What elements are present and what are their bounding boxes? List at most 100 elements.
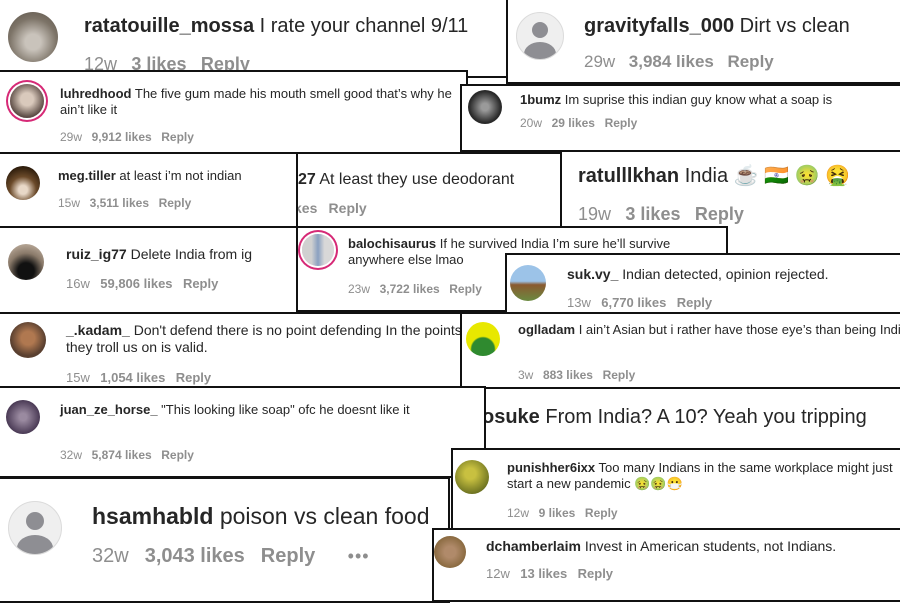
- reply-button[interactable]: Reply: [159, 196, 192, 210]
- default-avatar-icon[interactable]: [516, 12, 564, 60]
- comment-card: 27 At least they use deodorant kes Reply: [290, 152, 562, 228]
- avatar[interactable]: [6, 400, 40, 434]
- avatar[interactable]: [302, 234, 334, 266]
- comment-likes[interactable]: 13 likes: [520, 566, 567, 581]
- comment-likes[interactable]: 3,984 likes: [629, 52, 714, 71]
- comment-likes[interactable]: 59,806 likes: [100, 276, 172, 291]
- avatar[interactable]: [10, 84, 44, 118]
- more-options-icon[interactable]: •••: [348, 546, 370, 566]
- comment-card: oglladam I ain’t Asian but i rather have…: [460, 312, 900, 390]
- comment-likes[interactable]: 1,054 likes: [100, 370, 165, 385]
- comment-time: 12w: [486, 566, 510, 581]
- comment-likes[interactable]: 3,511 likes: [90, 196, 149, 210]
- comment-card: gravityfalls_000 Dirt vs clean 29w 3,984 …: [506, 0, 900, 84]
- comment-username[interactable]: ratatouille_mossa: [84, 15, 254, 37]
- comment-username[interactable]: 1bumz: [520, 92, 561, 107]
- reply-button[interactable]: Reply: [183, 276, 218, 291]
- comment-text: India ☕ 🇮🇳 🤢 🤮: [684, 165, 850, 187]
- comment-username[interactable]: osuke: [486, 406, 540, 428]
- reply-button[interactable]: Reply: [449, 282, 482, 296]
- comment-text: poison vs clean food: [219, 503, 430, 529]
- comment-username[interactable]: gravityfalls_000: [584, 15, 734, 37]
- avatar[interactable]: [434, 536, 466, 568]
- comment-username[interactable]: meg.tiller: [58, 168, 116, 183]
- comment-card: suk.vy_ Indian detected, opinion rejecte…: [505, 253, 900, 315]
- comment-time: 20w: [520, 116, 543, 130]
- comment-likes[interactable]: 883 likes: [543, 368, 593, 382]
- comment-likes[interactable]: 9,912 likes: [92, 130, 152, 144]
- reply-button[interactable]: Reply: [161, 130, 194, 144]
- comment-time: 13w: [567, 295, 591, 310]
- comment-card: _.kadam_ Don't defend there is no point …: [0, 312, 462, 390]
- comment-card: juan_ze_horse_ "This looking like soap" …: [0, 386, 486, 478]
- comment-time: 19w: [578, 204, 612, 224]
- comment-username[interactable]: suk.vy_: [567, 266, 618, 282]
- comment-text: Dirt vs clean: [739, 15, 850, 37]
- comment-likes[interactable]: 3 likes: [625, 204, 680, 224]
- reply-button[interactable]: Reply: [603, 368, 636, 382]
- reply-button[interactable]: Reply: [727, 52, 773, 71]
- reply-button[interactable]: Reply: [605, 116, 638, 130]
- comment-card: punishher6ixx Too many Indians in the sa…: [451, 448, 900, 530]
- comment-card: dchamberlaim Invest in American students…: [432, 528, 900, 602]
- reply-button[interactable]: Reply: [677, 295, 712, 310]
- comment-card: osuke From India? A 10? Yeah you trippin…: [484, 387, 900, 453]
- reply-button[interactable]: Reply: [578, 566, 613, 581]
- reply-button[interactable]: Reply: [329, 200, 367, 216]
- comment-text: Im suprise this indian guy know what a s…: [564, 92, 833, 107]
- avatar[interactable]: [8, 12, 58, 62]
- comment-username[interactable]: balochisaurus: [348, 236, 436, 251]
- comment-text: Delete India from ig: [130, 246, 252, 262]
- reply-button[interactable]: Reply: [695, 204, 744, 224]
- reply-button[interactable]: Reply: [161, 448, 194, 462]
- comment-likes[interactable]: 29 likes: [552, 116, 595, 130]
- comment-time: 15w: [66, 370, 90, 385]
- comment-text: At least they use deodorant: [319, 171, 515, 188]
- comment-time: 29w: [584, 52, 616, 71]
- comment-username[interactable]: oglladam: [518, 322, 575, 337]
- comment-likes[interactable]: 5,874 likes: [92, 448, 152, 462]
- comment-text: "This looking like soap" ofc he doesnt l…: [161, 402, 410, 417]
- avatar[interactable]: [468, 90, 502, 124]
- comment-username[interactable]: 27: [298, 171, 316, 188]
- comment-text: From India? A 10? Yeah you tripping: [545, 406, 867, 428]
- comment-card: ruiz_ig77 Delete India from ig 16w 59,806…: [0, 226, 298, 314]
- comment-time: 16w: [66, 276, 90, 291]
- comment-likes[interactable]: 3,722 likes: [380, 282, 440, 296]
- comment-time: 12w: [507, 506, 530, 520]
- comment-time: 32w: [60, 448, 83, 462]
- comment-likes[interactable]: 9 likes: [539, 506, 576, 520]
- comment-text: I ain’t Asian but i rather have those ey…: [578, 322, 900, 337]
- comment-username[interactable]: juan_ze_horse_: [60, 402, 158, 417]
- comment-likes[interactable]: 3,043 likes: [145, 545, 245, 567]
- comment-username[interactable]: _.kadam_: [66, 322, 130, 338]
- comment-username[interactable]: dchamberlaim: [486, 538, 581, 554]
- comment-time: 29w: [60, 130, 83, 144]
- reply-button[interactable]: Reply: [176, 370, 211, 385]
- comment-username[interactable]: hsamhabld: [92, 503, 213, 529]
- avatar[interactable]: [10, 322, 46, 358]
- comment-username[interactable]: ruiz_ig77: [66, 246, 127, 262]
- avatar[interactable]: [8, 244, 44, 280]
- avatar[interactable]: [455, 460, 489, 494]
- comment-time: 23w: [348, 282, 371, 296]
- avatar[interactable]: [6, 166, 40, 200]
- comment-card: meg.tiller at least i’m not indian 15w 3,…: [0, 152, 298, 228]
- comment-username[interactable]: ratulllkhan: [578, 165, 679, 187]
- comment-time: 3w: [518, 368, 534, 382]
- comment-text: I rate your channel 9/11: [259, 15, 469, 37]
- comment-time: 32w: [92, 545, 129, 567]
- avatar[interactable]: [510, 265, 546, 301]
- comment-likes[interactable]: 6,770 likes: [601, 295, 666, 310]
- comment-text: at least i’m not indian: [119, 168, 242, 183]
- reply-button[interactable]: Reply: [261, 545, 315, 567]
- comment-text: Indian detected, opinion rejected.: [622, 266, 829, 282]
- comment-card: luhredhood The five gum made his mouth s…: [0, 70, 468, 154]
- comment-card: ratatouille_mossa I rate your channel 9/…: [0, 0, 508, 78]
- reply-button[interactable]: Reply: [585, 506, 618, 520]
- comment-username[interactable]: luhredhood: [60, 86, 132, 101]
- default-avatar-icon[interactable]: [8, 501, 62, 555]
- comment-username[interactable]: punishher6ixx: [507, 460, 595, 475]
- avatar[interactable]: [466, 322, 500, 356]
- comment-card: 1bumz Im suprise this indian guy know wh…: [460, 84, 900, 152]
